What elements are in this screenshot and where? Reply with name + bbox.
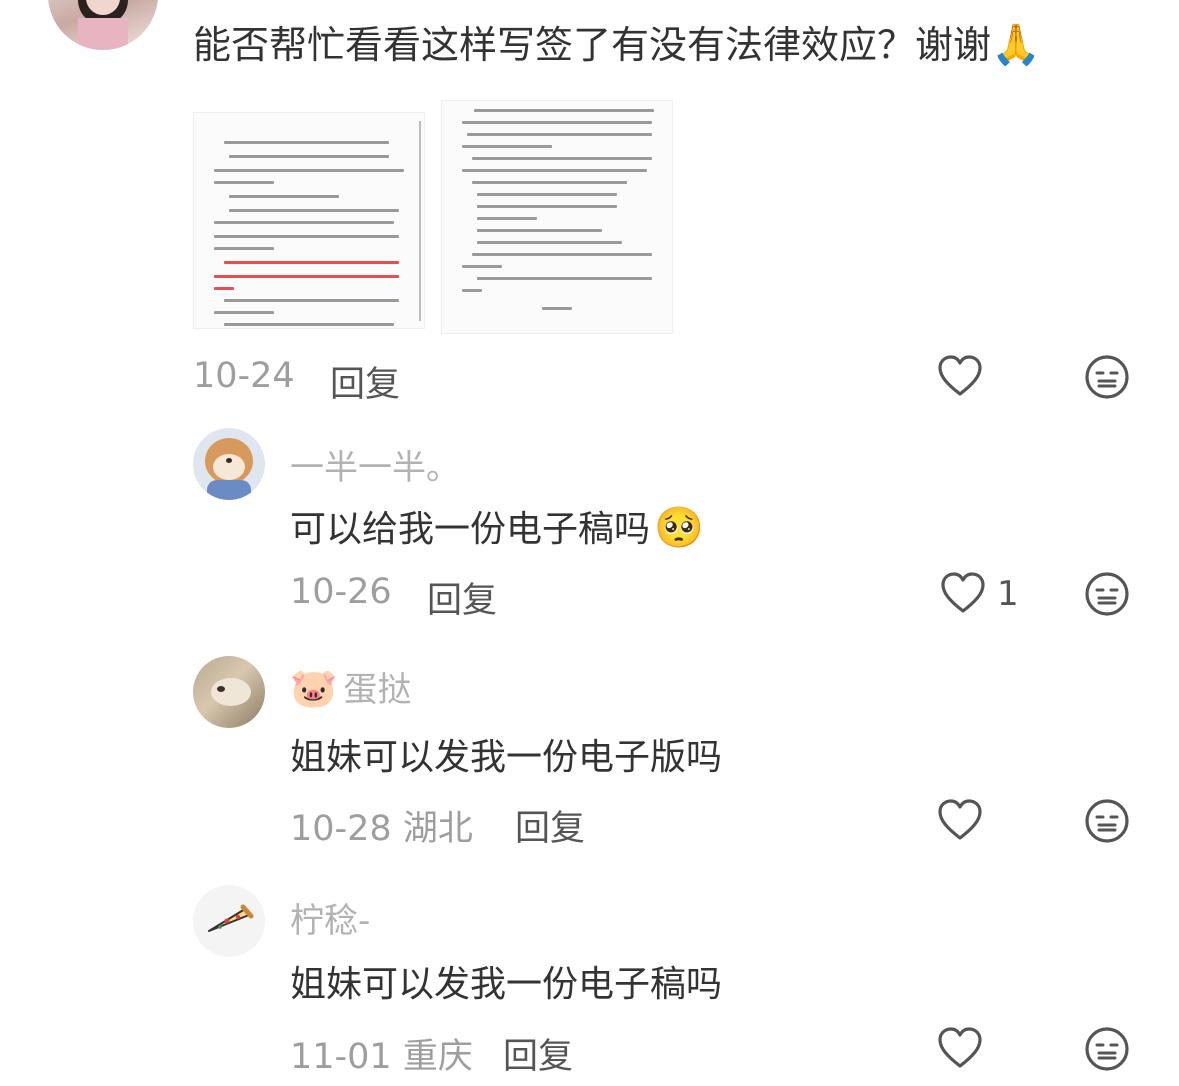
comment-dislike-button[interactable] [1084, 1026, 1130, 1072]
pig-emoji: 🐷 [290, 666, 338, 710]
comment-reply-button[interactable]: 回复 [427, 572, 497, 623]
comment-username-text: 蛋挞 [343, 670, 412, 710]
post-like-button[interactable] [937, 354, 983, 398]
comment-username[interactable]: 柠稔- [290, 893, 370, 942]
avatar[interactable] [193, 885, 265, 957]
comment-reply-button[interactable]: 回复 [503, 1028, 573, 1079]
comment-text: 可以给我一份电子稿吗 🥺 [290, 500, 704, 552]
heart-icon [938, 1027, 982, 1068]
comment-date: 10-28 [290, 809, 392, 849]
post-reply-button[interactable]: 回复 [330, 356, 400, 407]
heart-icon [938, 799, 982, 840]
comment-location: 湖北 [402, 809, 473, 849]
comment-text: 姐妹可以发我一份电子稿吗 [290, 964, 723, 1005]
document-image-2[interactable] [441, 100, 673, 334]
comment-username[interactable]: 一半一半。 [290, 440, 460, 489]
comment-text-content: 可以给我一份电子稿吗 [290, 509, 651, 550]
document-image-1[interactable] [193, 112, 425, 329]
avatar[interactable] [193, 656, 265, 728]
meh-face-icon [1085, 572, 1129, 616]
heart-icon [941, 572, 985, 613]
pleading-emoji: 🥺 [654, 505, 704, 551]
comment-like-button[interactable] [937, 1026, 983, 1070]
post-text: 能否帮忙看看这样写签了有没有法律效应？谢谢🙏 [193, 14, 1041, 69]
post-dislike-button[interactable] [1084, 354, 1130, 400]
like-count: 1 [997, 574, 1019, 614]
avatar[interactable] [193, 428, 265, 500]
comment-reply-button[interactable]: 回复 [515, 800, 585, 851]
comment-dislike-button[interactable] [1084, 798, 1130, 844]
pizza-icon [208, 904, 254, 932]
avatar[interactable] [48, 0, 158, 50]
post-date: 10-24 [193, 356, 295, 396]
pray-emoji: 🙏 [991, 22, 1041, 68]
comment-text: 姐妹可以发我一份电子版吗 [290, 737, 723, 778]
meh-face-icon [1085, 355, 1129, 399]
comment-username[interactable]: 🐷 蛋挞 [290, 662, 411, 711]
meh-face-icon [1085, 799, 1129, 843]
comment-date-location: 11-01 重庆 [290, 1028, 473, 1079]
meh-face-icon [1085, 1027, 1129, 1071]
comment-date: 11-01 [290, 1037, 392, 1077]
comment-date-location: 10-28 湖北 [290, 800, 473, 851]
heart-icon [938, 355, 982, 396]
comment-dislike-button[interactable] [1084, 571, 1130, 617]
comment-like-button[interactable] [940, 571, 986, 615]
comment-like-button[interactable] [937, 798, 983, 842]
comment-location: 重庆 [402, 1037, 473, 1077]
comment-date: 10-26 [290, 572, 392, 612]
post-text-content: 能否帮忙看看这样写签了有没有法律效应？谢谢 [193, 23, 992, 67]
